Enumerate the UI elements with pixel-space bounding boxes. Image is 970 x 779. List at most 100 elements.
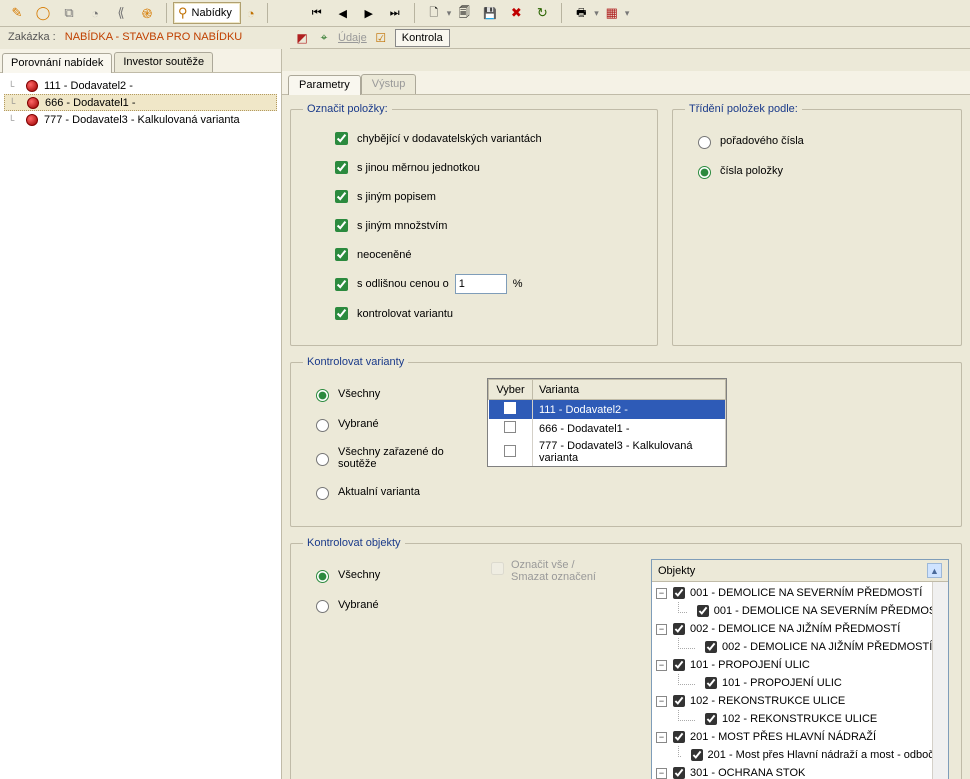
chk-neocenene[interactable]: neoceněné [331, 245, 645, 264]
chk-sjinoumj[interactable]: s jinou měrnou jednotkou [331, 158, 645, 177]
rad-var-vybrane-input[interactable] [316, 419, 329, 432]
obj-tree-parent[interactable]: −001 - DEMOLICE NA SEVERNÍM PŘEDMOSTÍ [654, 584, 946, 602]
save-icon[interactable]: 💾 [479, 2, 501, 24]
right-toolrow: ◩ ⌖ Údaje ☑ Kontrola [290, 27, 970, 49]
collapse-icon[interactable]: − [656, 660, 667, 671]
chk-chybejici-box[interactable] [335, 132, 348, 145]
collapse-icon[interactable]: − [656, 768, 667, 779]
objekty-tree[interactable]: Objekty ▲ −001 - DEMOLICE NA SEVERNÍM PŘ… [651, 559, 949, 779]
row-check-icon[interactable] [504, 421, 516, 433]
scrollbar-track[interactable] [932, 582, 948, 779]
tool-pencil-icon[interactable]: ✎ [6, 2, 28, 24]
scroll-up-icon[interactable]: ▲ [927, 563, 942, 578]
tree-item[interactable]: └ 666 - Dodavatel1 - [4, 94, 277, 111]
nav-last-icon[interactable]: ⏭ [384, 2, 406, 24]
new-doc-icon[interactable]: 🗋 [423, 2, 445, 24]
refresh-icon[interactable]: ↻ [531, 2, 553, 24]
obj-checkbox[interactable] [705, 641, 717, 653]
rad-cisla-input[interactable] [698, 166, 711, 179]
obj-tree-child[interactable]: 102 - REKONSTRUKCE ULICE [654, 710, 946, 728]
chk-neocenene-box[interactable] [335, 248, 348, 261]
copy-icon[interactable]: 🗐 [453, 2, 475, 24]
obj-checkbox[interactable] [673, 623, 685, 635]
obj-checkbox[interactable] [673, 731, 685, 743]
chk-sjinymnozstvim[interactable]: s jiným množstvím [331, 216, 645, 235]
chk-chybejici[interactable]: chybějící v dodavatelských variantách [331, 129, 645, 148]
tool-swirl-icon[interactable]: ֎ [136, 2, 158, 24]
tool-ring-icon[interactable]: ◯ [32, 2, 54, 24]
obj-tree-child[interactable]: 201 - Most přes Hlavní nádraží a most - … [654, 746, 946, 764]
row-check-icon[interactable] [504, 402, 516, 414]
chk-sjinoumj-box[interactable] [335, 161, 348, 174]
chk-kontrolovat-box[interactable] [335, 307, 348, 320]
rad-var-aktualni-input[interactable] [316, 487, 329, 500]
rad-var-zarazene-input[interactable] [316, 453, 329, 466]
obj-tree-child[interactable]: 101 - PROPOJENÍ ULIC [654, 674, 946, 692]
table-row[interactable]: 666 - Dodavatel1 - [489, 419, 726, 438]
obj-tree-parent[interactable]: −301 - OCHRANA STOK [654, 764, 946, 779]
obj-tree-parent[interactable]: −102 - REKONSTRUKCE ULICE [654, 692, 946, 710]
rad-cisla[interactable]: čísla položky [693, 163, 949, 179]
obj-tree-parent[interactable]: −101 - PROPOJENÍ ULIC [654, 656, 946, 674]
rad-obj-vsechny-input[interactable] [316, 570, 329, 583]
chk-sodlisnou[interactable]: s odlišnou cenou o % [331, 274, 645, 294]
kontrola-link[interactable]: Kontrola [395, 29, 450, 47]
row-check-icon[interactable] [504, 445, 516, 457]
rtool-green-icon[interactable]: ⌖ [316, 30, 332, 46]
chk-sjinympopisem-box[interactable] [335, 190, 348, 203]
rad-obj-vybrane-input[interactable] [316, 600, 329, 613]
input-percent[interactable] [455, 274, 507, 294]
tab-investor[interactable]: Investor soutěže [114, 52, 213, 72]
table-row[interactable]: 777 - Dodavatel3 - Kalkulovaná varianta [489, 438, 726, 466]
obj-checkbox[interactable] [673, 695, 685, 707]
obj-tree-child[interactable]: 002 - DEMOLICE NA JIŽNÍM PŘEDMOSTÍ [654, 638, 946, 656]
rad-var-vsechny-input[interactable] [316, 389, 329, 402]
nav-first-icon[interactable]: ⏮ [306, 2, 328, 24]
rad-poradoveho-input[interactable] [698, 136, 711, 149]
obj-checkbox[interactable] [705, 713, 717, 725]
rad-obj-vybrane[interactable]: Vybrané [311, 597, 473, 613]
nav-next-icon[interactable]: ▶ [358, 2, 380, 24]
rtool-red-icon[interactable]: ◩ [294, 30, 310, 46]
obj-checkbox[interactable] [673, 767, 685, 779]
rad-var-vsechny[interactable]: Všechny [311, 386, 473, 402]
obj-checkbox[interactable] [691, 749, 703, 761]
rad-poradoveho[interactable]: pořadového čísla [693, 133, 949, 149]
collapse-icon[interactable]: − [656, 732, 667, 743]
th-vyber[interactable]: Vyber [489, 380, 533, 400]
obj-tree-parent[interactable]: −201 - MOST PŘES HLAVNÍ NÁDRAŽÍ [654, 728, 946, 746]
obj-tree-parent[interactable]: −002 - DEMOLICE NA JIŽNÍM PŘEDMOSTÍ [654, 620, 946, 638]
obj-checkbox[interactable] [673, 587, 685, 599]
obj-checkbox[interactable] [673, 659, 685, 671]
collapse-icon[interactable]: − [656, 588, 667, 599]
tab-parametry[interactable]: Parametry [288, 75, 361, 95]
udaje-link[interactable]: Údaje [338, 32, 367, 44]
chk-sjinymnozstvim-box[interactable] [335, 219, 348, 232]
chk-sodlisnou-box[interactable] [335, 278, 348, 291]
tree-item[interactable]: └ 777 - Dodavatel3 - Kalkulovaná variant… [4, 111, 277, 128]
collapse-icon[interactable]: − [656, 624, 667, 635]
nav-prev-icon[interactable]: ◀ [332, 2, 354, 24]
nabidky-button[interactable]: ⚲ Nabídky [173, 2, 241, 24]
obj-checkbox[interactable] [705, 677, 717, 689]
print-icon[interactable]: 🖶 [570, 2, 592, 24]
tab-porovnani[interactable]: Porovnání nabídek [2, 53, 112, 73]
th-varianta[interactable]: Varianta [533, 380, 726, 400]
rad-label: Všechny [338, 569, 380, 581]
rad-var-aktualni[interactable]: Aktualní varianta [311, 484, 473, 500]
rad-var-vybrane[interactable]: Vybrané [311, 416, 473, 432]
tree-item[interactable]: └ 111 - Dodavatel2 - [4, 77, 277, 94]
apps-icon[interactable]: ▦ [601, 2, 623, 24]
collapse-icon[interactable]: − [656, 696, 667, 707]
obj-tree-child[interactable]: 001 - DEMOLICE NA SEVERNÍM PŘEDMOSTÍ [654, 602, 946, 620]
rad-obj-vsechny[interactable]: Všechny [311, 567, 473, 583]
chk-kontrolovat[interactable]: kontrolovat variantu [331, 304, 645, 323]
nabidky-pie-button[interactable]: ◔ [241, 2, 261, 24]
variant-table[interactable]: Vyber Varianta 111 - Dodavatel2 - 666 - … [487, 378, 727, 467]
obj-checkbox[interactable] [697, 605, 709, 617]
tab-vystup[interactable]: Výstup [361, 74, 417, 94]
delete-icon[interactable]: ✖ [505, 2, 527, 24]
chk-sjinympopisem[interactable]: s jiným popisem [331, 187, 645, 206]
rad-var-zarazene[interactable]: Všechny zařazené do soutěže [311, 446, 473, 470]
table-row[interactable]: 111 - Dodavatel2 - [489, 400, 726, 420]
